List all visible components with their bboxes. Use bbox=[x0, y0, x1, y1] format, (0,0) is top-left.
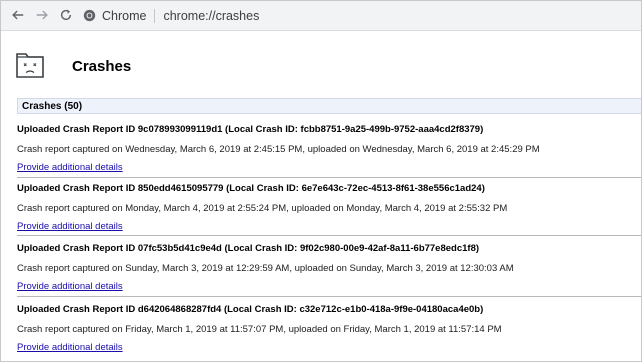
report-title: Uploaded Crash Report ID 9c078993099119d… bbox=[17, 124, 484, 135]
provide-details-link[interactable]: Provide additional details bbox=[17, 162, 123, 173]
report-title: Uploaded Crash Report ID 07fc53b5d41c9e4… bbox=[17, 243, 480, 254]
back-arrow-icon bbox=[12, 10, 24, 20]
report-divider bbox=[17, 177, 641, 178]
chrome-logo-icon bbox=[83, 9, 96, 22]
reload-button[interactable] bbox=[57, 6, 75, 24]
back-button[interactable] bbox=[9, 6, 27, 24]
report-divider bbox=[17, 296, 641, 297]
report-timestamp: Crash report captured on Friday, March 1… bbox=[17, 324, 502, 335]
report-title: Uploaded Crash Report ID 850edd461509577… bbox=[17, 183, 485, 194]
provide-details-link[interactable]: Provide additional details bbox=[17, 281, 123, 292]
omnibox-separator bbox=[154, 8, 156, 23]
crashes-page: Crashes Crashes (50) Uploaded Crash Repo… bbox=[1, 31, 641, 361]
forward-button[interactable] bbox=[33, 6, 51, 24]
browser-window: Chrome chrome://crashes Crashes Crashes … bbox=[0, 0, 642, 362]
crash-count-header: Crashes (50) bbox=[17, 98, 641, 114]
report-timestamp: Crash report captured on Sunday, March 3… bbox=[17, 263, 514, 274]
provide-details-link[interactable]: Provide additional details bbox=[17, 342, 123, 353]
sad-folder-icon bbox=[16, 53, 44, 78]
reload-icon bbox=[60, 9, 72, 21]
provide-details-link[interactable]: Provide additional details bbox=[17, 221, 123, 232]
report-title: Uploaded Crash Report ID d642064868287fd… bbox=[17, 304, 484, 315]
url-text[interactable]: chrome://crashes bbox=[163, 9, 259, 23]
report-timestamp: Crash report captured on Wednesday, Marc… bbox=[17, 144, 540, 155]
site-chip: Chrome bbox=[102, 8, 147, 23]
report-timestamp: Crash report captured on Monday, March 4… bbox=[17, 203, 508, 214]
report-divider bbox=[17, 235, 641, 236]
browser-toolbar: Chrome chrome://crashes bbox=[1, 1, 641, 31]
forward-arrow-icon bbox=[36, 10, 48, 20]
page-title: Crashes bbox=[72, 58, 132, 75]
address-bar[interactable]: Chrome chrome://crashes bbox=[83, 5, 635, 26]
